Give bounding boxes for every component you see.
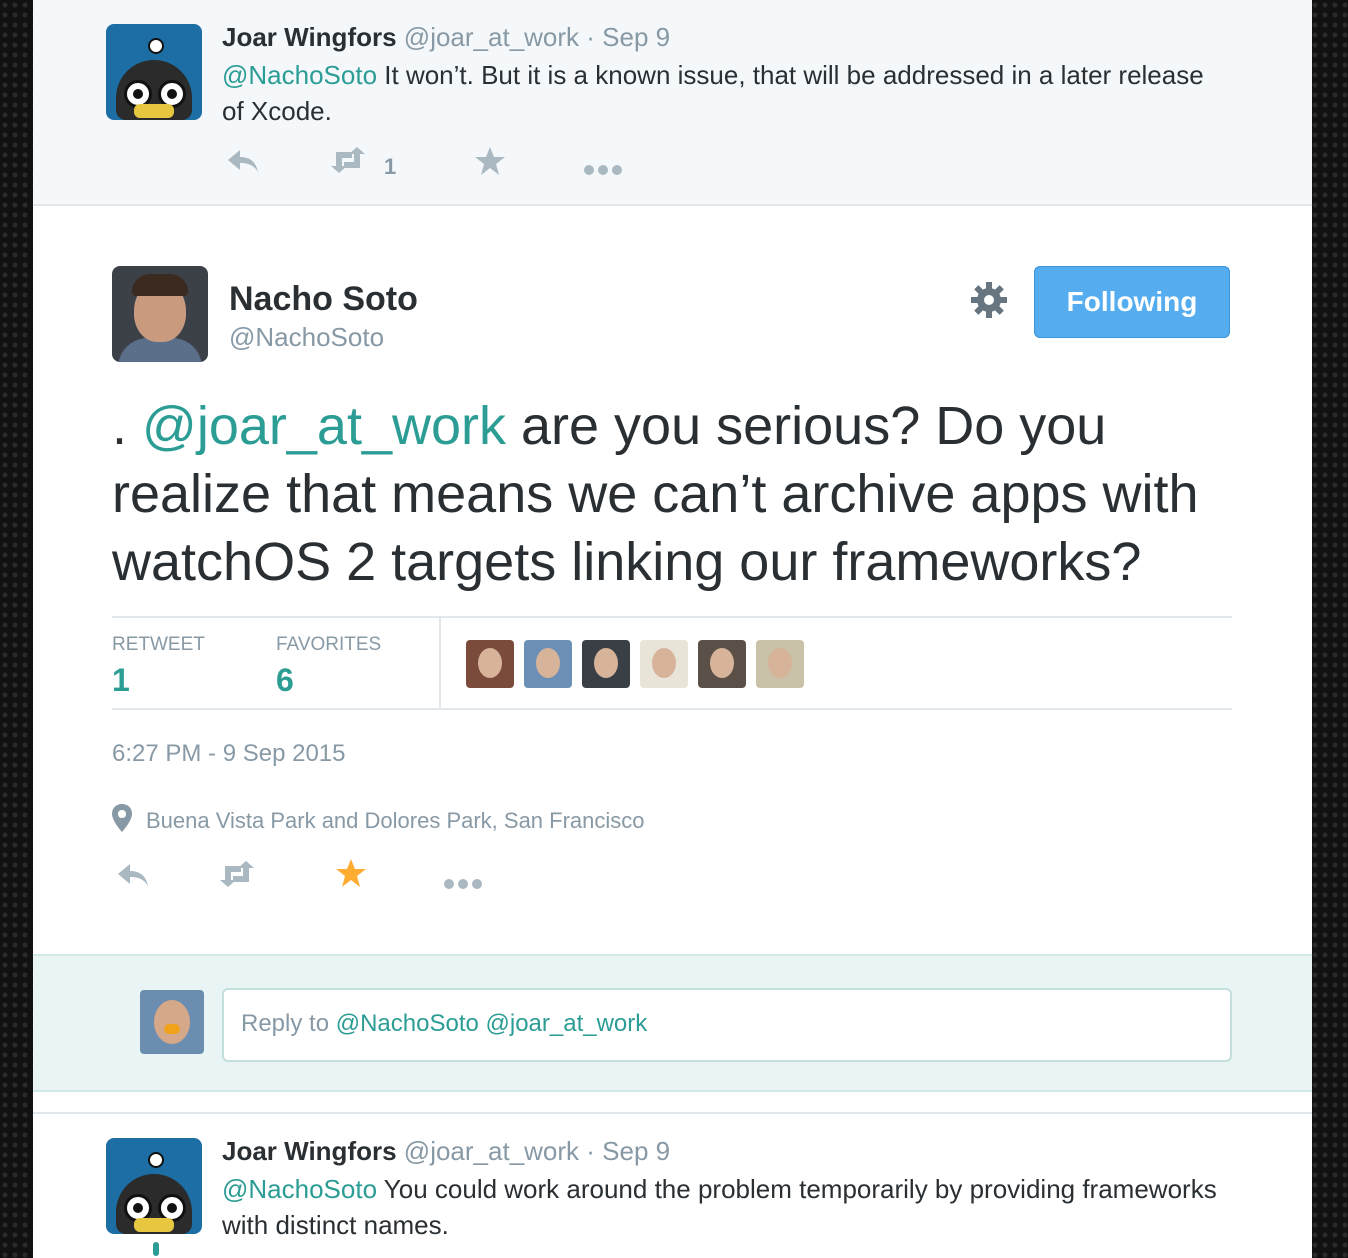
gear-icon[interactable] <box>969 280 1009 328</box>
mention-link[interactable]: @NachoSoto <box>222 1174 377 1204</box>
mention-link[interactable]: @NachoSoto <box>222 60 377 90</box>
tweet-header: Joar Wingfors @joar_at_work · Sep 9 <box>222 22 670 53</box>
retweet-icon[interactable] <box>217 860 257 895</box>
tweet-joar-followup[interactable]: Joar Wingfors @joar_at_work · Sep 9 @Nac… <box>33 1112 1312 1258</box>
favoriter-avatar[interactable] <box>524 640 572 688</box>
favoriter-avatar[interactable] <box>756 640 804 688</box>
more-icon[interactable] <box>583 152 623 184</box>
retweet-stat-count[interactable]: 1 <box>112 662 130 699</box>
robot-antenna <box>148 1152 164 1168</box>
location-pin-icon <box>112 804 132 838</box>
favorite-icon[interactable] <box>335 858 367 895</box>
location-link[interactable]: Buena Vista Park and Dolores Park, San F… <box>146 808 645 834</box>
tweet-header: Joar Wingfors @joar_at_work · Sep 9 <box>222 1136 670 1167</box>
main-tweet-text: . @joar_at_work are you serious? Do you … <box>112 392 1252 596</box>
favoriter-avatar[interactable] <box>640 640 688 688</box>
reply-icon[interactable] <box>226 146 260 181</box>
tweet-text: @NachoSoto You could work around the pro… <box>222 1171 1222 1243</box>
favoriter-avatar[interactable] <box>582 640 630 688</box>
reply-icon[interactable] <box>116 860 150 895</box>
reply-area: Reply to @NachoSoto @joar_at_work <box>33 954 1312 1092</box>
avatar-hair <box>132 274 188 296</box>
avatar[interactable] <box>112 266 208 362</box>
favorites-stat-count[interactable]: 6 <box>276 662 294 699</box>
tweet-location: Buena Vista Park and Dolores Park, San F… <box>112 804 645 838</box>
retweet-label[interactable]: RETWEET <box>112 634 205 656</box>
tweet-timestamp[interactable]: 6:27 PM - 9 Sep 2015 <box>112 740 345 768</box>
tweet-panel: Joar Wingfors @joar_at_work · Sep 9 @Nac… <box>33 0 1312 1258</box>
author-name[interactable]: Joar Wingfors <box>222 22 397 52</box>
author-name[interactable]: Nacho Soto <box>229 280 418 319</box>
author-handle[interactable]: @joar_at_work <box>404 1136 579 1166</box>
following-button[interactable]: Following <box>1034 266 1230 338</box>
author-handle[interactable]: @NachoSoto <box>229 322 384 353</box>
author-name[interactable]: Joar Wingfors <box>222 1136 397 1166</box>
tweet-text: @NachoSoto It won’t. But it is a known i… <box>222 57 1222 129</box>
reply-input[interactable]: Reply to @NachoSoto @joar_at_work <box>222 988 1232 1062</box>
robot-antenna <box>148 38 164 54</box>
favorite-icon[interactable] <box>474 146 506 183</box>
more-icon[interactable] <box>443 866 483 898</box>
mention-link[interactable]: @joar_at_work <box>142 396 506 456</box>
reply-placeholder-prefix: Reply to <box>241 1010 336 1037</box>
tweet-stats: RETWEET 1 FAVORITES 6 <box>112 616 1232 710</box>
avatar[interactable] <box>106 24 202 120</box>
robot-head <box>116 1174 192 1234</box>
retweet-count: 1 <box>384 154 397 179</box>
avatar[interactable] <box>106 1138 202 1234</box>
robot-mouth <box>134 1218 174 1232</box>
favoriter-avatar[interactable] <box>466 640 514 688</box>
robot-mouth <box>134 104 174 118</box>
author-handle[interactable]: @joar_at_work <box>404 22 579 52</box>
avatar <box>140 990 204 1054</box>
stats-divider <box>439 618 441 710</box>
tweet-joar-reply[interactable]: Joar Wingfors @joar_at_work · Sep 9 @Nac… <box>33 0 1312 206</box>
tweet-prefix: . <box>112 396 143 456</box>
tweet-date[interactable]: · Sep 9 <box>586 22 670 52</box>
tweet-date[interactable]: · Sep 9 <box>586 1136 670 1166</box>
favorites-label[interactable]: FAVORITES <box>276 634 381 656</box>
thread-indicator <box>153 1242 159 1256</box>
favoriter-avatar[interactable] <box>698 640 746 688</box>
retweet-icon[interactable] <box>328 146 368 181</box>
reply-placeholder-mentions: @NachoSoto @joar_at_work <box>335 1010 648 1037</box>
robot-head <box>116 60 192 120</box>
